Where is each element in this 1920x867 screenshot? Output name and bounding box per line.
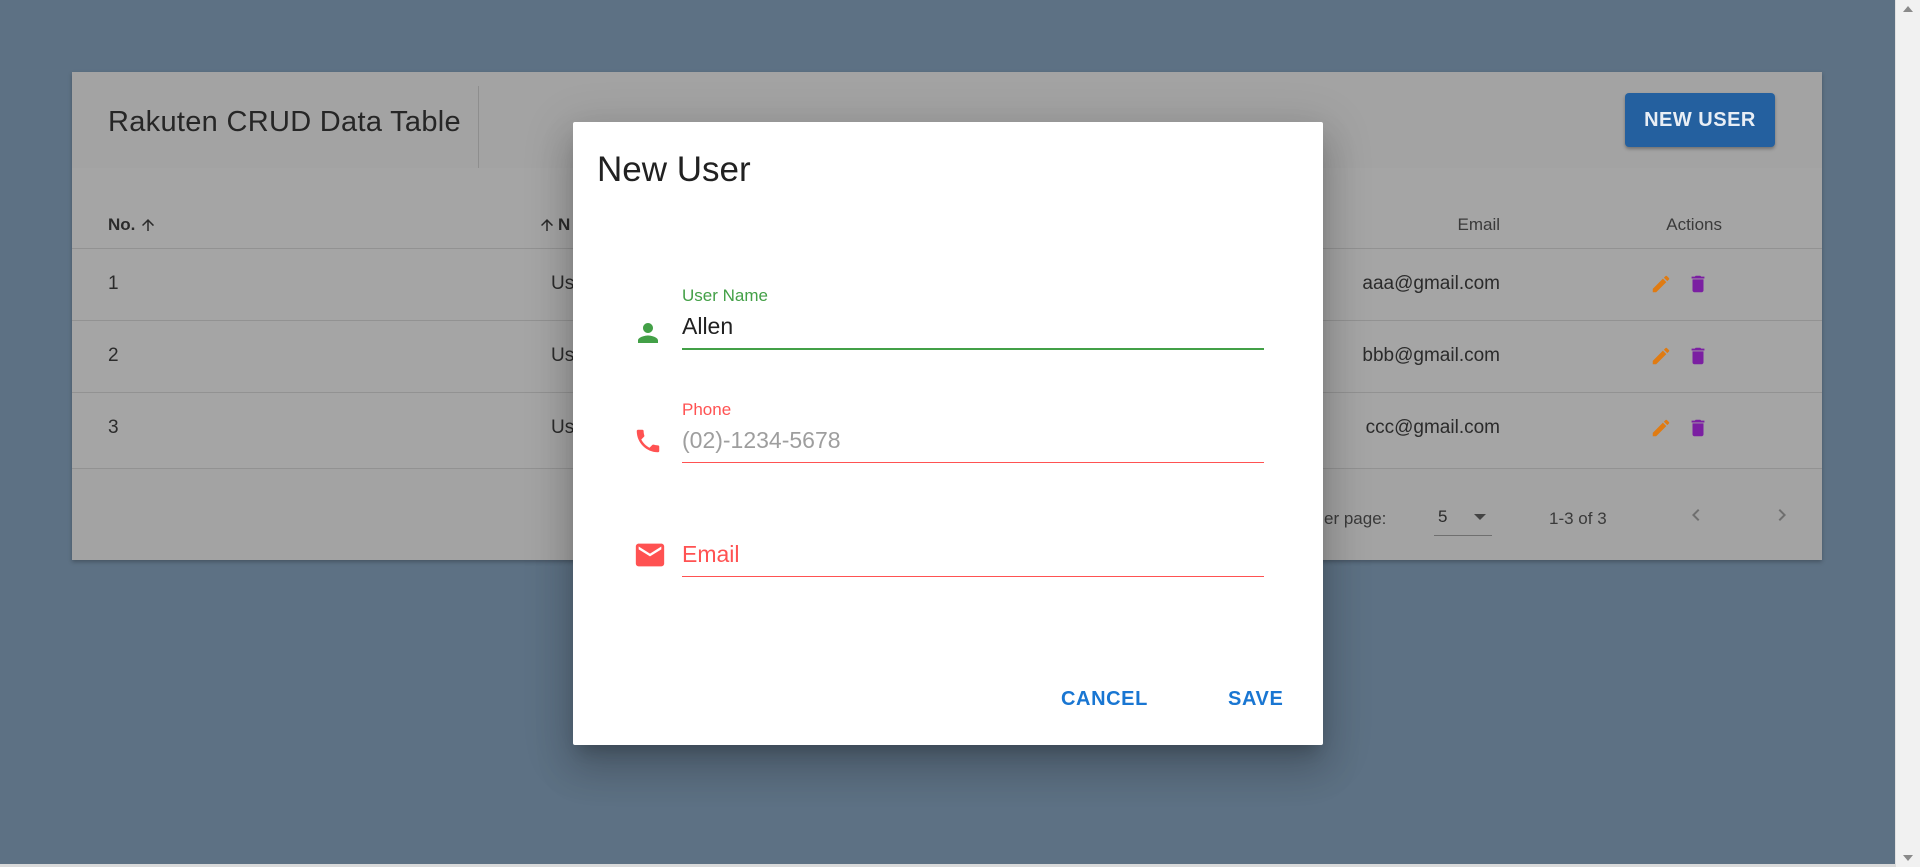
cell-email: ccc@gmail.com (1365, 417, 1500, 438)
scroll-down-arrow-icon[interactable] (1903, 855, 1913, 861)
chevron-down-icon (1474, 514, 1486, 520)
cancel-button[interactable]: CANCEL (1047, 680, 1162, 719)
scroll-up-arrow-icon[interactable] (1903, 6, 1913, 12)
rows-per-page-select[interactable]: 5 (1434, 499, 1492, 536)
phone-input[interactable] (682, 424, 1264, 456)
cell-no: 1 (108, 273, 119, 294)
dialog-title: New User (597, 150, 751, 189)
cell-email: bbb@gmail.com (1362, 345, 1500, 366)
phone-icon (636, 429, 660, 453)
page-title: Rakuten CRUD Data Table (108, 106, 461, 138)
column-header-actions: Actions (1666, 215, 1722, 234)
column-header-no-label: No. (108, 215, 136, 234)
cell-name: Us (551, 417, 575, 438)
column-header-no[interactable]: No. (108, 215, 157, 235)
trash-icon[interactable] (1687, 273, 1709, 295)
cell-no: 2 (108, 345, 119, 366)
arrow-up-icon (142, 219, 155, 231)
email-icon (635, 543, 665, 567)
trash-icon[interactable] (1687, 345, 1709, 367)
chevron-right-icon[interactable] (1770, 503, 1794, 527)
page-scrollbar[interactable] (1895, 0, 1920, 867)
new-user-dialog: New User User Name Phone CANCEL SAVE (573, 122, 1323, 745)
column-header-email[interactable]: Email (1457, 215, 1500, 235)
save-button[interactable]: SAVE (1214, 680, 1297, 719)
user-name-underline (682, 348, 1264, 350)
user-name-input[interactable] (682, 310, 1264, 342)
phone-field: Phone (633, 396, 1264, 486)
phone-label: Phone (682, 400, 732, 419)
email-underline (682, 576, 1264, 577)
cell-name: Us (551, 273, 575, 294)
person-icon (638, 323, 658, 343)
arrow-up-icon (541, 219, 553, 231)
column-header-name[interactable]: N (538, 215, 570, 235)
trash-icon[interactable] (1687, 417, 1709, 439)
user-name-field: User Name (633, 282, 1264, 372)
new-user-button[interactable]: NEW USER (1625, 93, 1775, 147)
email-field (633, 510, 1264, 600)
rows-per-page-value: 5 (1438, 507, 1448, 526)
phone-underline (682, 462, 1264, 463)
email-input[interactable] (682, 538, 1264, 570)
user-name-label: User Name (682, 286, 768, 305)
chevron-left-icon[interactable] (1684, 503, 1708, 527)
column-header-name-label: N (558, 215, 571, 234)
pencil-icon[interactable] (1650, 345, 1672, 367)
pencil-icon[interactable] (1650, 273, 1672, 295)
cell-name: Us (551, 345, 575, 366)
rows-per-page-label: er page: (1324, 509, 1387, 528)
title-divider (478, 86, 479, 170)
pagination-range: 1-3 of 3 (1549, 509, 1607, 528)
cell-email: aaa@gmail.com (1362, 273, 1500, 294)
pencil-icon[interactable] (1650, 417, 1672, 439)
cell-no: 3 (108, 417, 119, 438)
